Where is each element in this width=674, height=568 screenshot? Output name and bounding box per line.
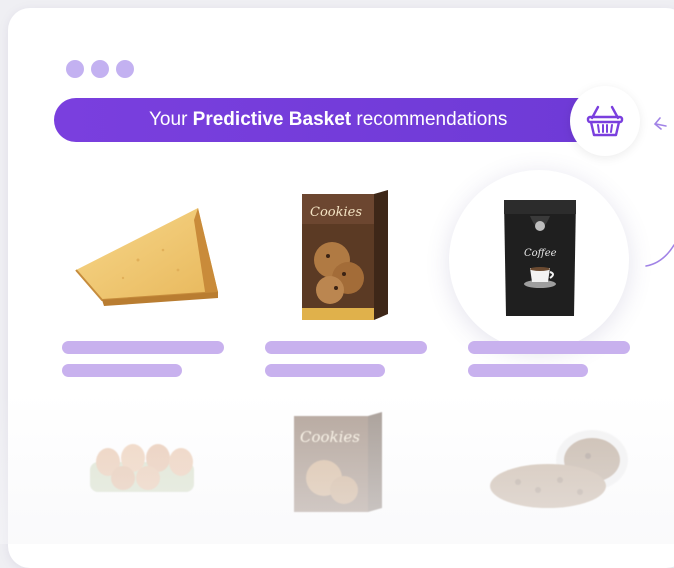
product-price-placeholder <box>265 364 385 377</box>
window-dot <box>116 60 134 78</box>
window-dot <box>66 60 84 78</box>
banner-suffix: recommendations <box>351 109 508 130</box>
product-title-placeholder <box>62 341 224 354</box>
product-title-placeholder <box>265 341 427 354</box>
basket-icon <box>586 105 624 137</box>
product-price-placeholder <box>468 364 588 377</box>
banner-bold: Predictive Basket <box>192 109 352 130</box>
cookies-box-image: Cookies <box>294 412 382 512</box>
coffee-bag-text: Coffee <box>524 248 557 259</box>
cookies-box-text: Cookies <box>300 428 360 446</box>
product-coffee[interactable]: Coffee <box>500 190 580 325</box>
window-dot <box>91 60 109 78</box>
eggs-carton-image <box>90 444 194 492</box>
decorative-arrow <box>645 117 674 267</box>
product-title-placeholder <box>468 341 630 354</box>
product-eggs[interactable] <box>88 440 198 505</box>
product-cookies[interactable]: Cookies <box>302 190 390 327</box>
cookies-box-image: Cookies <box>302 190 388 320</box>
coffee-beans-bowl-image <box>490 430 628 508</box>
cookies-box-text: Cookies <box>310 205 362 220</box>
product-cookies-faded[interactable]: Cookies <box>294 412 384 517</box>
coffee-bag-image: Coffee <box>504 200 576 316</box>
product-cheese[interactable] <box>68 200 222 315</box>
banner-prefix: Your <box>149 109 193 130</box>
cheese-wedge-image <box>75 208 219 306</box>
product-coffee-beans[interactable] <box>488 426 638 521</box>
window-dots <box>66 60 134 78</box>
recommendations-banner: Your Predictive Basket recommendations <box>54 98 614 142</box>
product-price-placeholder <box>62 364 182 377</box>
